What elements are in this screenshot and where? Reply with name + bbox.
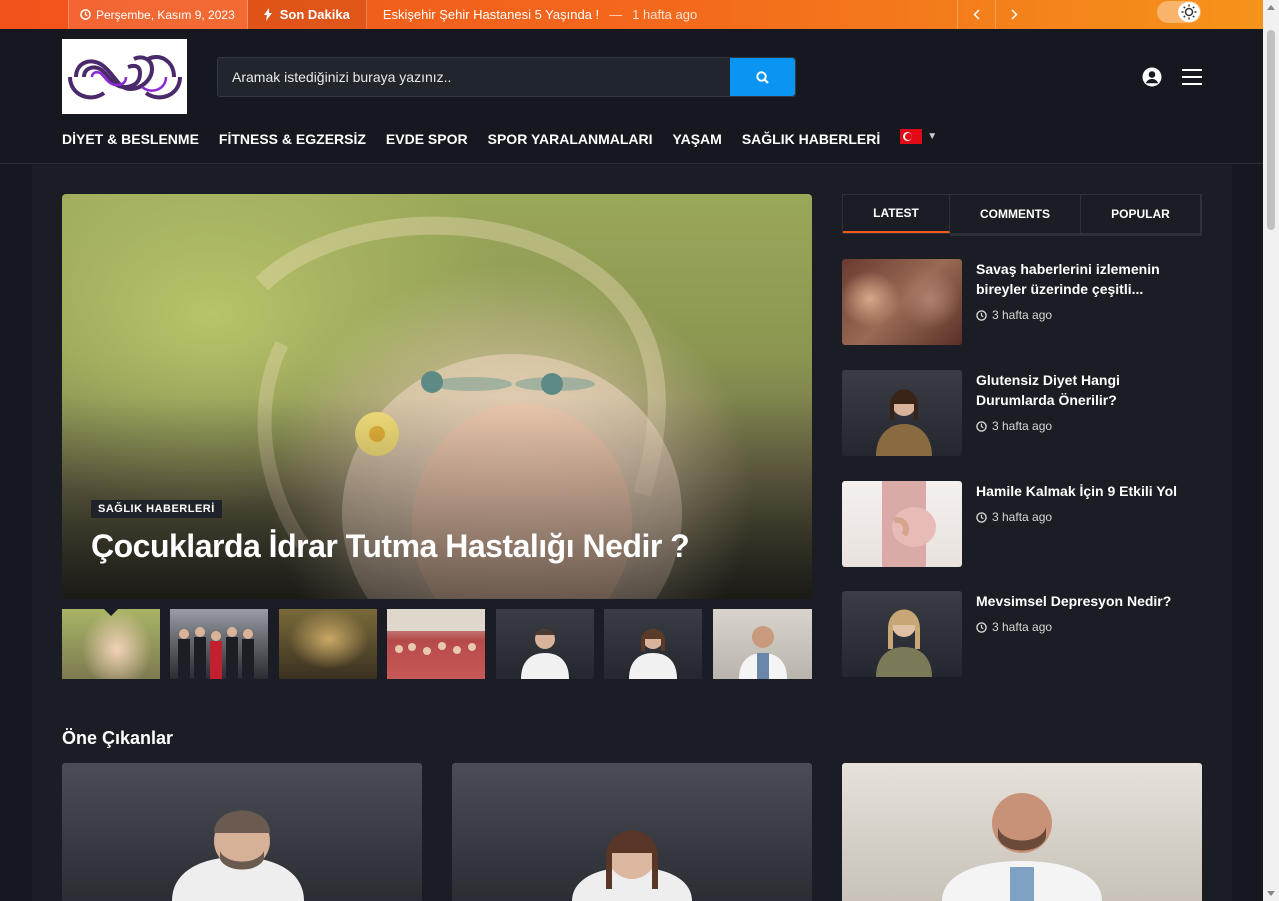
clock-icon bbox=[976, 309, 987, 321]
search-bar: Aramak istediğinizi buraya yazınız.. bbox=[217, 57, 796, 97]
featured-card-image bbox=[942, 793, 1102, 901]
main-nav: DİYET & BESLENME FİTNESS & EGZERSİZ EVDE… bbox=[62, 128, 937, 149]
hero-category-badge[interactable]: SAĞLIK HABERLERİ bbox=[91, 500, 222, 518]
sidebar-post-title[interactable]: Hamile Kalmak İçin 9 Etkili Yol bbox=[976, 481, 1196, 501]
thumb-doctor-image bbox=[521, 629, 569, 679]
breaking-label-text: Son Dakika bbox=[279, 7, 350, 22]
thumb-crowd-image bbox=[387, 609, 485, 655]
thumb-doctor-image bbox=[629, 629, 677, 679]
ticker-next-button[interactable] bbox=[995, 0, 1033, 29]
tab-popular[interactable]: POPULAR bbox=[1081, 195, 1201, 233]
sidebar-post[interactable]: Savaş haberlerini izlemenin bireyler üze… bbox=[842, 259, 1202, 345]
featured-card[interactable] bbox=[842, 763, 1202, 901]
nav-item-saglik-haberleri[interactable]: SAĞLIK HABERLERİ bbox=[742, 131, 880, 147]
chevron-left-icon bbox=[973, 9, 980, 20]
sidebar-post-time: 3 hafta ago bbox=[992, 419, 1053, 433]
nav-item-diyet[interactable]: DİYET & BESLENME bbox=[62, 131, 199, 147]
post-woman-image bbox=[876, 609, 932, 677]
nav-item-yasam[interactable]: YAŞAM bbox=[673, 131, 722, 147]
tab-comments[interactable]: COMMENTS bbox=[950, 195, 1081, 233]
sidebar-post-meta: 3 hafta ago bbox=[976, 308, 1052, 322]
sidebar-post-image[interactable] bbox=[842, 370, 962, 456]
date-display: Perşembe, Kasım 9, 2023 bbox=[68, 0, 248, 29]
logo-mark bbox=[67, 54, 182, 99]
nav-item-evde-spor[interactable]: EVDE SPOR bbox=[386, 131, 468, 147]
sidebar-post-title[interactable]: Mevsimsel Depresyon Nedir? bbox=[976, 591, 1196, 611]
hamburger-icon[interactable] bbox=[1181, 68, 1203, 86]
slider-thumb-2[interactable] bbox=[170, 609, 268, 679]
featured-card-image bbox=[172, 810, 304, 901]
slider-thumb-6[interactable] bbox=[604, 609, 702, 679]
clock-icon bbox=[976, 621, 987, 633]
user-circle-icon[interactable] bbox=[1142, 67, 1162, 87]
featured-card[interactable] bbox=[452, 763, 812, 901]
breaking-dash: — bbox=[609, 7, 623, 22]
sidebar-post-image[interactable] bbox=[842, 591, 962, 677]
featured-card[interactable] bbox=[62, 763, 422, 901]
sidebar-post-title[interactable]: Glutensiz Diyet Hangi Durumlarda Önerili… bbox=[976, 370, 1196, 410]
nav-item-fitness[interactable]: FİTNESS & EGZERSİZ bbox=[219, 131, 366, 147]
sidebar-post[interactable]: Glutensiz Diyet Hangi Durumlarda Önerili… bbox=[842, 370, 1202, 456]
chevron-down-icon[interactable]: ▼ bbox=[927, 131, 937, 142]
breaking-news-label: Son Dakika bbox=[247, 0, 367, 29]
clock-icon bbox=[976, 420, 987, 432]
page-scrollbar[interactable] bbox=[1263, 0, 1279, 901]
sidebar-tabs: LATEST COMMENTS POPULAR bbox=[842, 194, 1202, 236]
sidebar-post[interactable]: Mevsimsel Depresyon Nedir? 3 hafta ago bbox=[842, 591, 1202, 677]
search-button[interactable] bbox=[730, 58, 795, 96]
sidebar-post-meta: 3 hafta ago bbox=[976, 510, 1052, 524]
post-woman-image bbox=[876, 389, 932, 456]
clock-icon bbox=[80, 9, 91, 20]
dark-mode-toggle[interactable] bbox=[1157, 1, 1201, 23]
sidebar-post-time: 3 hafta ago bbox=[992, 620, 1053, 634]
ticker-prev-button[interactable] bbox=[957, 0, 995, 29]
sun-icon bbox=[1181, 4, 1197, 20]
slider-thumbnails bbox=[62, 609, 812, 679]
breaking-news-link[interactable]: Eskişehir Şehir Hastanesi 5 Yaşında ! bbox=[383, 7, 599, 22]
turkey-flag-icon[interactable] bbox=[900, 128, 923, 144]
slider-thumb-3[interactable] bbox=[279, 609, 377, 679]
top-bar: Perşembe, Kasım 9, 2023 Son Dakika Eskiş… bbox=[0, 0, 1263, 29]
featured-section-title: Öne Çıkanlar bbox=[62, 728, 174, 748]
bolt-icon bbox=[263, 8, 272, 21]
site-header: Aramak istediğinizi buraya yazınız.. DİY… bbox=[0, 29, 1263, 164]
breaking-news-time: 1 hafta ago bbox=[632, 7, 698, 22]
nav-item-spor-yaralanmalari[interactable]: SPOR YARALANMALARI bbox=[488, 131, 653, 147]
sidebar-post-time: 3 hafta ago bbox=[992, 510, 1053, 524]
post-pregnant-image bbox=[882, 481, 936, 567]
scroll-up-arrow-icon[interactable] bbox=[1267, 5, 1275, 10]
sidebar-post-meta: 3 hafta ago bbox=[976, 620, 1052, 634]
tab-latest[interactable]: LATEST bbox=[843, 195, 950, 233]
search-input[interactable]: Aramak istediğinizi buraya yazınız.. bbox=[218, 58, 730, 96]
thumb-people-image bbox=[178, 627, 254, 679]
hero-slide[interactable]: SAĞLIK HABERLERİ Çocuklarda İdrar Tutma … bbox=[62, 194, 812, 599]
slider-thumb-1[interactable] bbox=[62, 609, 160, 679]
sidebar-post-meta: 3 hafta ago bbox=[976, 419, 1052, 433]
slider-thumb-5[interactable] bbox=[496, 609, 594, 679]
featured-card-image bbox=[572, 830, 692, 901]
chevron-right-icon bbox=[1011, 9, 1018, 20]
sidebar-post[interactable]: Hamile Kalmak İçin 9 Etkili Yol 3 hafta … bbox=[842, 481, 1202, 567]
date-text: Perşembe, Kasım 9, 2023 bbox=[96, 7, 235, 22]
hero-title[interactable]: Çocuklarda İdrar Tutma Hastalığı Nedir ? bbox=[91, 528, 690, 565]
slider-thumb-4[interactable] bbox=[387, 609, 485, 679]
site-logo[interactable] bbox=[62, 39, 187, 114]
clock-icon bbox=[976, 511, 987, 523]
scrollbar-thumb[interactable] bbox=[1267, 30, 1275, 230]
sidebar-post-time: 3 hafta ago bbox=[992, 308, 1053, 322]
thumb-doctor-image bbox=[739, 626, 787, 679]
sidebar-post-image[interactable] bbox=[842, 481, 962, 567]
sidebar-post-image[interactable] bbox=[842, 259, 962, 345]
scroll-down-arrow-icon[interactable] bbox=[1267, 891, 1275, 896]
sidebar-post-title[interactable]: Savaş haberlerini izlemenin bireyler üze… bbox=[976, 259, 1196, 299]
search-icon bbox=[756, 70, 769, 84]
slider-thumb-7[interactable] bbox=[713, 609, 812, 679]
